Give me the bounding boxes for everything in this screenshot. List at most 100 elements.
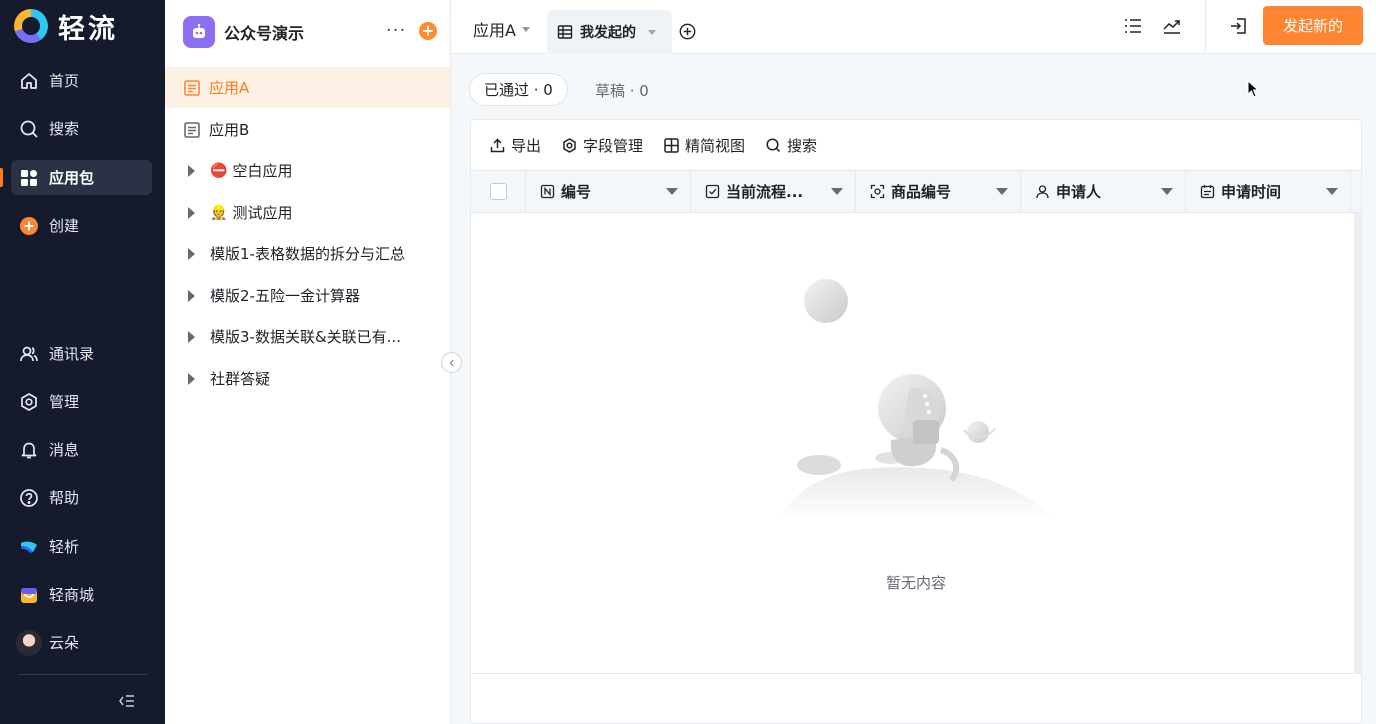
nav-item-store[interactable]: 轻商城 (11, 577, 152, 612)
nav-item-contacts[interactable]: 通讯录 (11, 336, 152, 371)
list-icon[interactable] (1122, 15, 1144, 37)
column-header-label: 编号 (561, 183, 592, 201)
column-header-applicant[interactable]: 申请人 (1021, 171, 1186, 212)
expand-arrow-icon[interactable] (188, 206, 195, 219)
caret-down-icon (521, 26, 530, 32)
tree-item-template-3[interactable]: 模版3-数据关联&关联已有... (165, 316, 450, 357)
nav-item-search[interactable]: 搜索 (11, 111, 152, 146)
checkbox-field-icon (705, 184, 720, 199)
user-field-icon (1036, 185, 1049, 199)
app-switcher[interactable]: 应用A (473, 17, 530, 41)
main-nav: 轻流 首页 搜索 应用包 创建 通讯录 管理 消息 帮助 轻析 轻商城 云朵 (0, 0, 165, 724)
topbar-divider (1205, 0, 1206, 53)
filter-draft[interactable]: 草稿 · 0 (595, 80, 649, 101)
nav-item-label: 首页 (49, 72, 80, 90)
sort-menu-icon[interactable] (831, 188, 843, 195)
vertical-scrollbar[interactable] (1354, 213, 1361, 673)
tree-item-label: 应用B (209, 121, 250, 139)
analytics-icon (19, 537, 39, 557)
column-header-current-flow[interactable]: 当前流程... (691, 171, 856, 212)
select-all-checkbox[interactable] (489, 183, 507, 200)
column-header-label: 申请人 (1056, 183, 1102, 201)
nav-item-label: 帮助 (49, 489, 80, 507)
brand-logo[interactable]: 轻流 (14, 8, 118, 45)
settings-icon (563, 137, 576, 153)
export-button[interactable]: 导出 (489, 135, 541, 156)
collapse-tree-button[interactable] (441, 352, 462, 373)
date-field-icon (1200, 185, 1215, 199)
collapse-sidebar-icon[interactable] (116, 690, 138, 712)
column-header-apply-time[interactable]: 申请时间 (1186, 171, 1351, 212)
exit-icon[interactable] (1228, 15, 1250, 37)
tree-item-community-qa[interactable]: 社群答疑 (165, 358, 450, 399)
tree-item-app-a[interactable]: 应用A (165, 67, 450, 108)
nav-item-analytics[interactable]: 轻析 (11, 529, 152, 564)
search-icon (19, 119, 39, 139)
sort-menu-icon[interactable] (996, 188, 1008, 195)
expand-arrow-icon[interactable] (188, 372, 195, 385)
sort-menu-icon[interactable] (1161, 188, 1173, 195)
filter-approved[interactable]: 已通过 · 0 (469, 73, 568, 106)
nav-item-label: 轻商城 (49, 586, 95, 604)
sort-menu-icon[interactable] (1326, 188, 1338, 195)
number-field-icon (540, 184, 555, 199)
nav-item-app-packages[interactable]: 应用包 (0, 160, 152, 195)
add-app-button[interactable]: + (419, 22, 437, 40)
contacts-icon (19, 344, 39, 364)
data-table-card: 导出 字段管理 精简视图 搜索 编号 当前流程... 商品编号 申请人 申请时间… (470, 119, 1362, 724)
package-robot-icon (183, 16, 215, 48)
plus-circle-icon (19, 216, 39, 236)
scan-field-icon (870, 184, 885, 199)
nav-item-messages[interactable]: 消息 (11, 432, 152, 467)
sort-menu-icon[interactable] (666, 188, 678, 195)
nav-item-help[interactable]: 帮助 (11, 480, 152, 515)
column-header-product-number[interactable]: 商品编号 (856, 171, 1021, 212)
field-manage-button[interactable]: 字段管理 (561, 135, 643, 156)
package-header: 公众号演示 ··· + (183, 15, 438, 49)
form-icon (184, 121, 200, 138)
add-view-icon[interactable] (679, 23, 696, 40)
table-view-icon (557, 25, 573, 39)
app-name: 应用A (473, 21, 516, 40)
start-new-button[interactable]: 发起新的 (1263, 6, 1363, 45)
expand-arrow-icon[interactable] (188, 330, 195, 343)
compact-view-button[interactable]: 精简视图 (663, 135, 745, 156)
nav-item-label: 应用包 (49, 169, 95, 187)
nav-divider (18, 674, 147, 675)
column-header-number[interactable]: 编号 (526, 171, 691, 212)
top-bar: 应用A 我发起的 发起新的 (451, 0, 1376, 54)
expand-arrow-icon[interactable] (188, 247, 195, 260)
tab-my-initiated[interactable]: 我发起的 (547, 10, 672, 54)
tree-item-app-b[interactable]: 应用B (165, 109, 450, 150)
tree-item-template-1[interactable]: 模版1-表格数据的拆分与汇总 (165, 233, 450, 274)
nav-item-create[interactable]: 创建 (11, 208, 152, 243)
more-options-button[interactable]: ··· (386, 21, 406, 41)
chevron-left-icon (448, 359, 454, 366)
nav-item-profile[interactable]: 云朵 (11, 625, 152, 660)
no-entry-emoji-icon: ⛔ (210, 162, 228, 179)
nav-item-label: 通讯录 (49, 345, 95, 363)
tree-item-label: 测试应用 (232, 204, 293, 222)
form-icon (184, 79, 200, 96)
nav-item-manage[interactable]: 管理 (11, 384, 152, 419)
expand-arrow-icon[interactable] (188, 289, 195, 302)
grid-icon (19, 168, 39, 188)
tree-item-template-2[interactable]: 模版2-五险一金计算器 (165, 275, 450, 316)
bell-icon (19, 440, 39, 460)
tree-item-blank-app[interactable]: ⛔ 空白应用 (165, 150, 450, 191)
user-name: 云朵 (49, 634, 80, 652)
home-icon (19, 71, 39, 91)
nav-item-label: 管理 (49, 393, 80, 411)
nav-item-label: 创建 (49, 217, 80, 235)
app-tree-panel: 公众号演示 ··· + 应用A 应用B ⛔ 空白应用 👷 测试应用 模版1-表格… (165, 0, 451, 724)
column-header-label: 当前流程... (726, 183, 804, 201)
nav-item-home[interactable]: 首页 (11, 63, 152, 98)
tree-item-test-app[interactable]: 👷 测试应用 (165, 192, 450, 233)
field-manage-label: 字段管理 (583, 136, 644, 155)
expand-arrow-icon[interactable] (188, 164, 195, 177)
table-header: 编号 当前流程... 商品编号 申请人 申请时间 (471, 170, 1361, 213)
nav-item-label: 消息 (49, 441, 80, 459)
table-search-button[interactable]: 搜索 (765, 135, 817, 156)
trend-chart-icon[interactable] (1161, 15, 1183, 37)
grid-view-icon (664, 137, 679, 153)
